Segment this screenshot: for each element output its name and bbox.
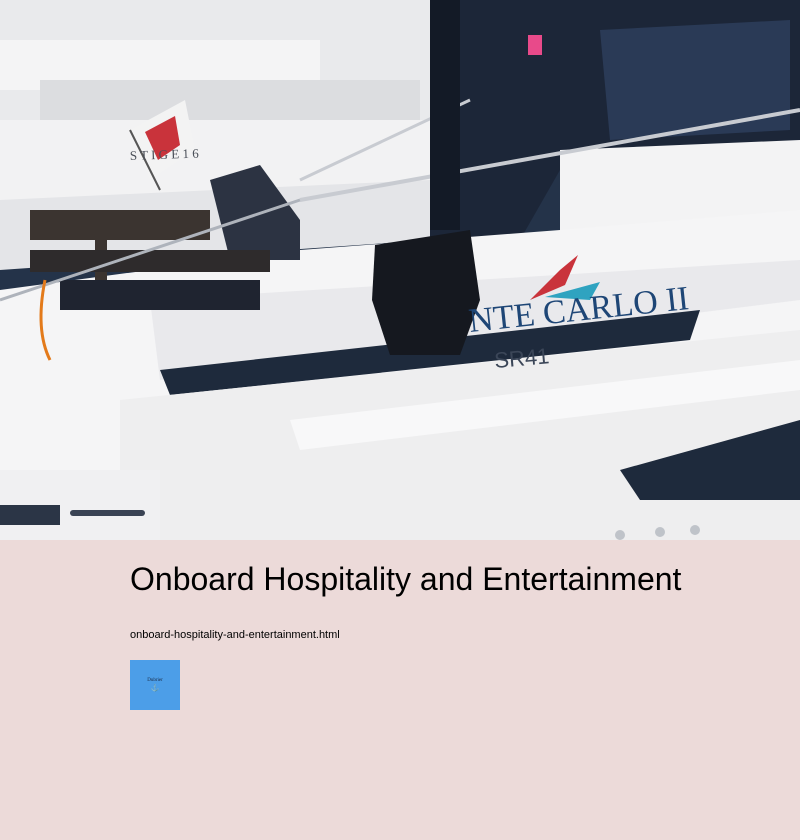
site-logo[interactable]: Dubrier ⚓ xyxy=(130,660,180,710)
background-boat-text: S T I G E 1 6 xyxy=(130,146,200,163)
hull-model-text: SR41 xyxy=(493,343,550,373)
page-title: Onboard Hospitality and Entertainment xyxy=(130,561,682,597)
anchor-icon: ⚓ xyxy=(150,684,160,692)
hero-image: NTE CARLO II SR41 S T I G E 1 6 xyxy=(0,0,800,540)
page-file-link[interactable]: onboard-hospitality-and-entertainment.ht… xyxy=(130,629,340,641)
